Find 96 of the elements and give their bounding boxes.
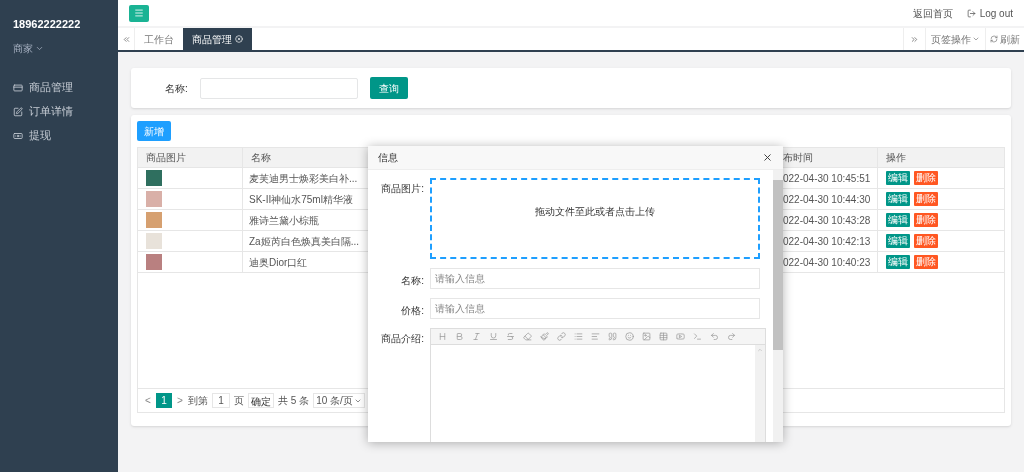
text-input[interactable]: 请输入信息	[430, 298, 760, 319]
quote-icon	[608, 332, 617, 341]
italic-icon	[472, 332, 481, 341]
heading-icon	[438, 332, 447, 341]
edit-icon	[13, 106, 23, 117]
link-icon	[557, 332, 566, 341]
list-icon	[574, 332, 583, 341]
edit-button[interactable]: 编辑	[886, 234, 910, 248]
table-cell-text: 022-04-30 10:40:23	[783, 255, 871, 270]
logout-icon	[966, 8, 976, 18]
caret-icon	[972, 35, 980, 43]
table-cell-text: 雅诗兰黛小棕瓶	[249, 213, 319, 228]
sidebar-item[interactable]: 商品管理	[0, 75, 118, 100]
video-icon	[676, 332, 685, 341]
close-icon	[762, 152, 773, 163]
rich-text-editor[interactable]	[430, 328, 766, 442]
menu-button[interactable]	[129, 4, 149, 22]
confirm-button[interactable]: 确定	[248, 393, 274, 408]
page-unit: 页	[234, 394, 244, 408]
page-size-select[interactable]: 10 条/页	[313, 393, 365, 408]
table-cell-text: Za姬芮白色焕真美白隔...	[249, 234, 359, 249]
name-label: 名称:	[165, 81, 188, 96]
page-tab[interactable]: 商品管理	[183, 28, 252, 50]
goto-label: 到第	[188, 394, 208, 408]
table-cell-text: 022-04-30 10:45:51	[783, 171, 871, 186]
field-label: 名称:	[400, 273, 424, 288]
strikethrough-icon	[506, 332, 515, 341]
page-input[interactable]: 1	[212, 393, 230, 408]
column-header: 商品图片	[138, 148, 243, 167]
redo-icon	[727, 332, 736, 341]
eraser-icon	[523, 332, 532, 341]
editor-scrollbar[interactable]	[755, 345, 765, 442]
double-left-icon	[121, 34, 131, 44]
total-count: 共 5 条	[278, 394, 310, 408]
name-input[interactable]	[199, 77, 358, 99]
role-dropdown[interactable]: 商家	[13, 40, 44, 56]
code-icon	[693, 332, 702, 341]
query-button[interactable]: 查询	[369, 77, 408, 99]
delete-button[interactable]: 删除	[914, 213, 938, 227]
product-photo-placeholder	[146, 191, 162, 207]
field-label: 价格:	[400, 303, 424, 318]
column-header: 布时间	[783, 151, 813, 165]
field-label: 商品介绍:	[380, 332, 424, 346]
field-label: 商品图片:	[380, 182, 424, 196]
dialog-scrollbar[interactable]	[773, 170, 783, 442]
banknote-icon	[13, 130, 23, 141]
product-photo-placeholder	[146, 233, 162, 249]
card-icon	[13, 82, 23, 93]
close-icon	[235, 35, 243, 43]
table-cell-text: 022-04-30 10:43:28	[783, 213, 871, 228]
sidebar-item[interactable]: 订单详情	[0, 99, 118, 124]
edit-button[interactable]: 编辑	[886, 192, 910, 206]
column-header: 名称	[251, 151, 271, 165]
top-link[interactable]: 返回首页	[912, 5, 953, 21]
delete-button[interactable]: 删除	[914, 192, 938, 206]
bold-icon	[455, 332, 464, 341]
table-cell-text: 022-04-30 10:42:13	[783, 234, 871, 249]
table-cell-text: SK-II神仙水75ml精华液	[249, 192, 353, 207]
close-button[interactable]	[762, 152, 773, 163]
edit-button[interactable]: 编辑	[886, 255, 910, 269]
brush-icon	[540, 332, 549, 341]
tab-actions-dropdown[interactable]: 页签操作	[925, 28, 985, 50]
refresh-button[interactable]: 刷新	[985, 28, 1024, 50]
product-photo-placeholder	[146, 212, 162, 228]
delete-button[interactable]: 删除	[914, 171, 938, 185]
upload-dropzone[interactable]: 拖动文件至此或者点击上传	[430, 178, 760, 259]
column-header: 操作	[886, 151, 906, 165]
refresh-icon	[990, 35, 998, 43]
delete-button[interactable]: 删除	[914, 255, 938, 269]
prev-page-button[interactable]: <	[144, 393, 152, 408]
product-photo-placeholder	[146, 170, 162, 186]
image-icon	[642, 332, 651, 341]
edit-button[interactable]: 编辑	[886, 171, 910, 185]
smiley-icon	[625, 332, 634, 341]
page-button[interactable]: 1	[156, 393, 172, 408]
product-photo-placeholder	[146, 254, 162, 270]
sidebar-item[interactable]: 提现	[0, 123, 118, 148]
next-page-button[interactable]: >	[176, 393, 184, 408]
align-icon	[591, 332, 600, 341]
table-cell-text: 022-04-30 10:44:30	[783, 192, 871, 207]
menu-icon	[134, 8, 144, 18]
text-input[interactable]: 请输入信息	[430, 268, 760, 289]
table-icon	[659, 332, 668, 341]
delete-button[interactable]: 删除	[914, 234, 938, 248]
undo-icon	[710, 332, 719, 341]
dialog-title: 信息	[378, 151, 398, 165]
top-link[interactable]: Log out	[966, 5, 1013, 21]
table-cell-text: 迪奥Dior口红	[249, 255, 308, 270]
table-cell-text: 麦芙迪男士焕彩美白补...	[249, 171, 358, 186]
underline-icon	[489, 332, 498, 341]
scroll-up-icon	[757, 347, 763, 353]
edit-button[interactable]: 编辑	[886, 213, 910, 227]
double-right-icon	[910, 34, 919, 44]
add-button[interactable]: 新增	[137, 121, 171, 141]
user-name: 18962222222	[13, 17, 82, 32]
page-tab[interactable]: 工作台	[135, 28, 183, 50]
